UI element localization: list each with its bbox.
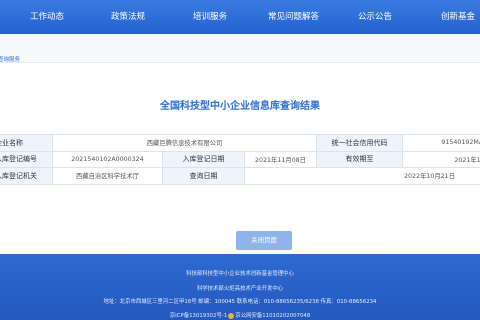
nav-item-innovation-fund[interactable]: 创新基金 [441, 0, 475, 34]
valid-until-label: 有效期至 [316, 150, 403, 168]
nav-item-announcements[interactable]: 公示公告 [358, 0, 392, 34]
table-row: 入库登记机关 西藏自治区科学技术厅 查询日期 2022年10月21日 [0, 167, 480, 185]
credit-code-label: 统一社会信用代码 [316, 134, 403, 152]
query-date-label: 查询日期 [162, 167, 245, 185]
valid-until-value: 2021年12月 [402, 150, 480, 168]
close-page-button[interactable]: 关闭页面 [236, 231, 292, 250]
breadcrumb[interactable]: 查询服务 [0, 55, 20, 63]
authority-value: 西藏自治区科学技术厅 [52, 167, 163, 185]
police-badge-icon [228, 312, 235, 319]
reg-no-value: 2021540102A0000324 [52, 150, 163, 168]
page-title: 全国科技型中小企业信息库查询结果 [160, 101, 320, 112]
table-row: 入库登记编号 2021540102A0000324 入库登记日期 2021年11… [0, 150, 480, 168]
top-navigation-bar: 工作动态 政策法规 培训服务 常见问题解答 公示公告 创新基金 [0, 0, 480, 34]
query-result-table: 企业名称 西藏巨腾信息技术有限公司 统一社会信用代码 91540192MA6T … [0, 134, 480, 185]
reg-date-label: 入库登记日期 [162, 150, 245, 168]
footer-address: 地址：北京市西城区三里河二区甲18号 邮编：100045 联系电话：010-88… [103, 299, 377, 305]
nav-item-faq[interactable]: 常见问题解答 [268, 0, 319, 34]
nav-item-work-news[interactable]: 工作动态 [30, 0, 64, 34]
reg-date-value: 2021年11月08日 [244, 150, 317, 168]
footer: 科技部科技型中小企业技术创新基金管理中心 科学技术部火炬高技术产业开发中心 地址… [0, 254, 480, 320]
icp-record-link[interactable]: 京ICP备13019302号-1 [170, 313, 228, 319]
footer-org-line-2: 科学技术部火炬高技术产业开发中心 [196, 286, 284, 292]
nav-item-policies[interactable]: 政策法规 [111, 0, 145, 34]
authority-label: 入库登记机关 [0, 167, 53, 185]
footer-org-line-1: 科技部科技型中小企业技术创新基金管理中心 [186, 271, 294, 277]
breadcrumb-bar [0, 34, 480, 63]
nav-item-training[interactable]: 培训服务 [193, 0, 227, 34]
credit-code-value: 91540192MA6T [402, 134, 480, 152]
company-name-value: 西藏巨腾信息技术有限公司 [52, 134, 317, 152]
query-date-value: 2022年10月21日 [244, 167, 480, 185]
table-row: 企业名称 西藏巨腾信息技术有限公司 统一社会信用代码 91540192MA6T [0, 134, 480, 152]
public-security-record-link[interactable]: 京公网安备11010202007048 [235, 313, 310, 319]
company-name-label: 企业名称 [0, 134, 53, 152]
footer-icp-line: 京ICP备13019302号-1 京公网安备11010202007048 [0, 311, 480, 319]
reg-no-label: 入库登记编号 [0, 150, 53, 168]
